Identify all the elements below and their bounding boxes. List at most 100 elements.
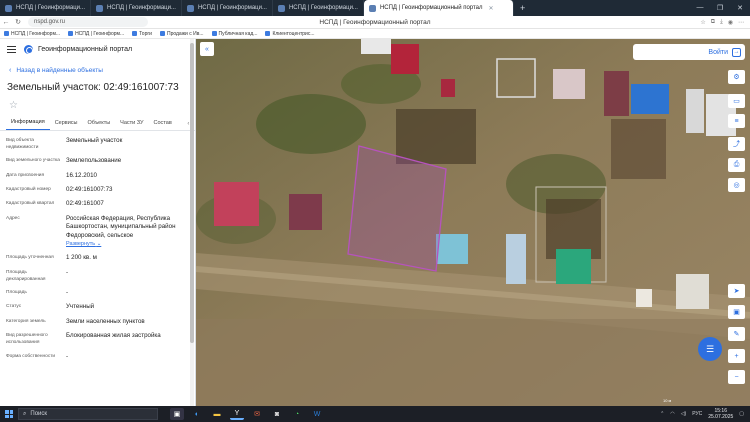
network-icon[interactable]: ◠: [670, 411, 674, 417]
property-key: Кадастровый номер: [6, 187, 51, 193]
new-tab-button[interactable]: +: [514, 3, 531, 13]
notifications-icon[interactable]: ▢: [739, 411, 744, 417]
bookmark-item[interactable]: Клиентоцентрис...: [261, 31, 318, 37]
bookmark-item[interactable]: Торги: [128, 31, 156, 37]
panel-scrollbar[interactable]: [190, 39, 194, 406]
object-info-panel: Геоинформационный портал ‹ Назад в найде…: [0, 39, 196, 406]
reload-icon[interactable]: ↻: [12, 18, 24, 26]
download-icon[interactable]: ⤓: [720, 19, 723, 26]
layers-button[interactable]: ⚙: [728, 70, 745, 84]
measure-button[interactable]: ▣: [728, 305, 745, 319]
share-button[interactable]: ⤴: [728, 137, 745, 151]
geolocate-button[interactable]: ➤: [728, 284, 745, 298]
bookmark-item[interactable]: Публичная кад...: [208, 31, 262, 37]
print-icon: ⎙: [733, 161, 740, 168]
edge-browser-icon[interactable]: ◐: [190, 408, 204, 420]
site-favicon-icon: [186, 4, 194, 12]
word-icon[interactable]: W: [310, 408, 324, 420]
taskbar-apps: ▣ ◐ ▬ Y ✉ ◙ ◔ W: [170, 408, 324, 420]
close-window-icon[interactable]: ✕: [730, 4, 750, 12]
app-name: Геоинформационный портал: [38, 45, 133, 53]
tab-services[interactable]: Сервисы: [50, 120, 83, 130]
mail-icon[interactable]: ✉: [250, 408, 264, 420]
address-bar: ← ↻ nspd.gov.ru НСПД | Геоинформационный…: [0, 16, 750, 29]
tab-composition[interactable]: Состав: [149, 120, 177, 130]
info-tabs: Информация Сервисы Объекты Части ЗУ Сост…: [0, 117, 195, 131]
hamburger-menu-icon[interactable]: [7, 45, 16, 53]
legend-button[interactable]: ≡: [728, 114, 745, 128]
browser-tab[interactable]: НСПД | Геоинформаци...: [0, 0, 91, 16]
zoom-in-button[interactable]: +: [728, 349, 745, 363]
draw-button[interactable]: ✎: [728, 327, 745, 341]
tab-information[interactable]: Информация: [6, 119, 50, 130]
binoculars-icon: ◎: [733, 182, 740, 189]
favorite-star-icon[interactable]: ☆: [9, 101, 195, 111]
maximize-icon[interactable]: ❐: [710, 4, 730, 12]
file-explorer-icon[interactable]: ▬: [210, 408, 224, 420]
volume-icon[interactable]: ◁): [681, 411, 687, 417]
bookmark-item[interactable]: НСПД | Геоинформ...: [0, 31, 64, 37]
browser-tab[interactable]: НСПД | Геоинформаци...: [273, 0, 364, 16]
legend-icon: ≡: [734, 117, 739, 125]
pencil-icon: ✎: [733, 331, 740, 338]
property-key: Форма собственности: [6, 353, 56, 359]
language-indicator[interactable]: РУС: [692, 411, 702, 417]
start-button[interactable]: [0, 406, 18, 422]
property-value: Земельный участок: [66, 137, 123, 144]
tab-parts[interactable]: Части ЗУ: [115, 120, 148, 130]
selected-parcel-outline: [347, 145, 447, 272]
property-row: Статус Учтенный: [6, 297, 191, 311]
taskbar-clock[interactable]: 15:16 25.07.2025: [708, 408, 733, 421]
browser-tab-active[interactable]: НСПД | Геоинформационный портал ✕: [363, 0, 514, 16]
street-view-button[interactable]: ◎: [728, 178, 745, 192]
print-button[interactable]: ⎙: [728, 158, 745, 172]
scrollbar-thumb[interactable]: [190, 43, 194, 343]
back-to-results-link[interactable]: ‹ Назад в найденные объекты: [9, 67, 195, 74]
property-row: Категория земель Земли населенных пункто…: [6, 312, 191, 326]
chat-bubble-icon: ☰: [705, 343, 715, 354]
property-value: -: [66, 289, 69, 297]
minus-icon: −: [734, 373, 739, 381]
extensions-icon[interactable]: ⧉: [711, 19, 715, 26]
collapse-panel-button[interactable]: «: [200, 42, 214, 56]
task-view-icon[interactable]: ▣: [170, 408, 184, 420]
property-row: Площадь уточненная 1 200 кв. м: [6, 248, 191, 262]
browser-tab-bar: НСПД | Геоинформаци... НСПД | Геоинформа…: [0, 0, 750, 16]
satellite-map[interactable]: [196, 39, 750, 406]
minimize-icon[interactable]: —: [690, 4, 710, 12]
browser-tab[interactable]: НСПД | Геоинформаци...: [182, 0, 273, 16]
basemap-button[interactable]: ▭: [728, 94, 745, 108]
bookmark-star-icon[interactable]: ☆: [700, 19, 705, 26]
site-favicon-icon: [5, 4, 12, 12]
basemap-icon: ▭: [733, 98, 740, 105]
share-icon: ⤴: [733, 141, 740, 148]
property-key: Статус: [6, 304, 22, 310]
app-header: Геоинформационный портал: [0, 39, 195, 59]
property-row: Кадастровый квартал 02:49:161007: [6, 194, 191, 208]
camera-icon[interactable]: ◙: [270, 408, 284, 420]
bookmark-item[interactable]: Продажи с Ив...: [156, 31, 208, 37]
chevron-down-icon: ⌄: [96, 240, 102, 247]
tab-objects[interactable]: Объекты: [82, 120, 115, 130]
property-list: Вид объекта недвижимости Земельный участ…: [0, 131, 195, 361]
menu-dots-icon[interactable]: ⋯: [738, 19, 744, 26]
site-favicon-icon: [277, 4, 285, 12]
bookmark-item[interactable]: НСПД | Геоинформ...: [64, 31, 128, 37]
taskbar-search[interactable]: ⌕ Поиск: [18, 408, 158, 420]
url-field[interactable]: nspd.gov.ru: [28, 17, 148, 27]
chat-support-button[interactable]: ☰: [698, 337, 722, 361]
zoom-out-button[interactable]: −: [728, 370, 745, 384]
expand-address-link[interactable]: Развернуть ⌄: [66, 241, 101, 248]
profile-icon[interactable]: ◉: [728, 19, 733, 26]
property-key: Категория земель: [6, 318, 46, 324]
yandex-browser-icon[interactable]: Y: [230, 408, 244, 420]
browser-tab[interactable]: НСПД | Геоинформаци...: [91, 0, 182, 16]
property-value: Учтенный: [66, 303, 95, 311]
tray-chevron-up-icon[interactable]: ⌃: [660, 411, 664, 417]
bookmarks-bar: НСПД | Геоинформ... НСПД | Геоинформ... …: [0, 29, 750, 39]
whatsapp-icon[interactable]: ◔: [290, 408, 304, 420]
bookmark-icon: [211, 31, 217, 36]
close-tab-icon[interactable]: ✕: [489, 5, 494, 12]
back-arrow-icon[interactable]: ←: [0, 19, 12, 26]
login-button[interactable]: Войти →: [633, 44, 745, 60]
